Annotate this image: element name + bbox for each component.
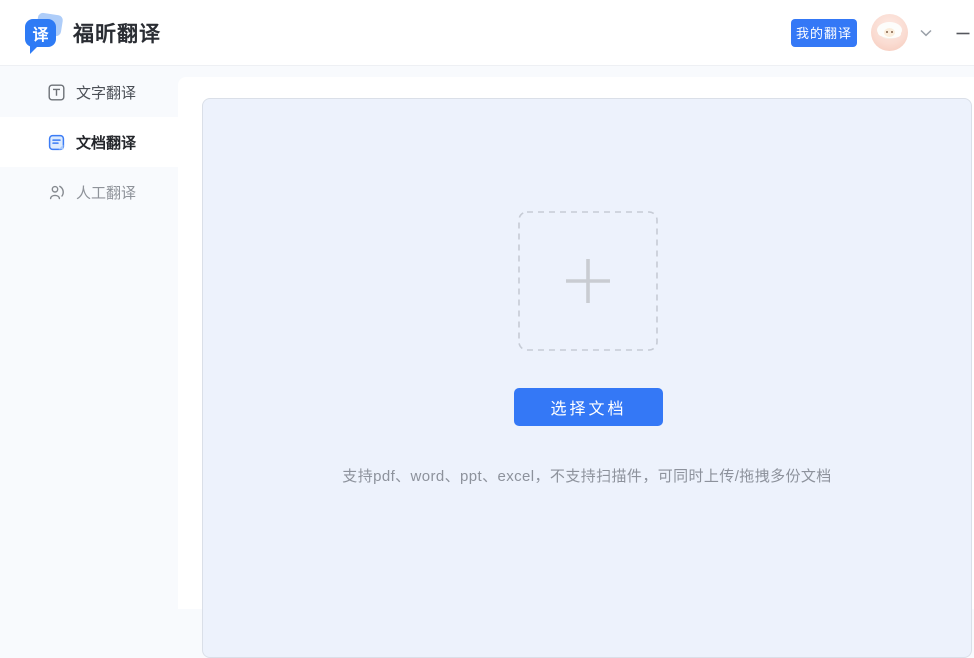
app-title: 福昕翻译	[73, 18, 161, 48]
header-right: 我的翻译	[791, 0, 974, 65]
minimize-button[interactable]	[952, 22, 974, 44]
human-translate-icon	[48, 184, 65, 201]
account-menu[interactable]	[871, 14, 932, 51]
sidebar-item-text-translate[interactable]: 文字翻译	[0, 67, 178, 117]
text-translate-icon	[48, 84, 65, 101]
dashed-border	[518, 211, 658, 351]
avatar[interactable]	[871, 14, 908, 51]
select-document-button[interactable]: 选择文档	[514, 388, 663, 426]
sidebar-item-human-translate[interactable]: 人工翻译	[0, 167, 178, 217]
sheep-face	[884, 28, 895, 37]
header: 译 福昕翻译 我的翻译	[0, 0, 974, 66]
sidebar-item-label: 文档翻译	[76, 132, 136, 153]
upload-hint-text: 支持pdf、word、ppt、excel，不支持扫描件，可同时上传/拖拽多份文档	[203, 465, 971, 486]
logo-glyph: 译	[32, 21, 48, 45]
sidebar-item-label: 人工翻译	[76, 182, 136, 203]
main-content: 选择文档 支持pdf、word、ppt、excel，不支持扫描件，可同时上传/拖…	[178, 77, 974, 609]
app-logo-icon: 译	[24, 11, 64, 55]
chevron-down-icon[interactable]	[920, 29, 932, 37]
sidebar-item-label: 文字翻译	[76, 82, 136, 103]
upload-panel: 选择文档 支持pdf、word、ppt、excel，不支持扫描件，可同时上传/拖…	[202, 98, 972, 658]
brand: 译 福昕翻译	[24, 11, 161, 55]
sidebar: 文字翻译 文档翻译 人工翻译	[0, 67, 178, 609]
plus-icon	[566, 259, 610, 303]
app-window: { "header": { "logo_glyph": "译", "app_ti…	[0, 0, 974, 609]
document-translate-icon	[48, 134, 65, 151]
logo-front-bubble: 译	[25, 19, 56, 47]
sidebar-item-document-translate[interactable]: 文档翻译	[0, 117, 178, 167]
my-translations-button[interactable]: 我的翻译	[791, 19, 857, 47]
upload-dropzone[interactable]	[518, 211, 658, 351]
